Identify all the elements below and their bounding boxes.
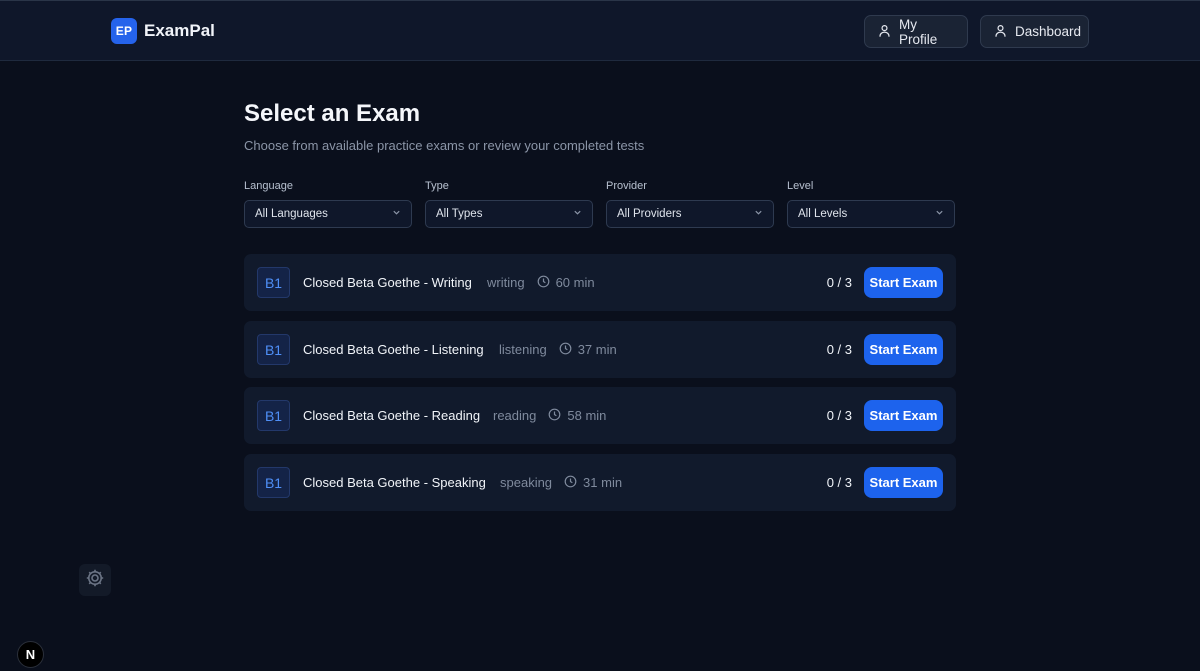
- start-exam-button[interactable]: Start Exam: [864, 400, 943, 431]
- chevron-down-icon: [754, 208, 763, 220]
- exam-meta: writing 60 min: [487, 254, 595, 311]
- page-subtitle: Choose from available practice exams or …: [244, 138, 645, 153]
- brand-logo: EP: [111, 18, 137, 44]
- my-profile-button[interactable]: My Profile: [864, 15, 968, 48]
- chevron-down-icon: [573, 208, 582, 220]
- exam-meta: listening 37 min: [499, 321, 617, 378]
- select-value: All Types: [436, 208, 483, 220]
- exam-meta: speaking 31 min: [500, 454, 622, 511]
- clock-icon: [548, 408, 561, 424]
- select-value: All Levels: [798, 208, 848, 220]
- filter-label: Language: [244, 180, 293, 192]
- top-navigation-bar: EP ExamPal My Profile Dashboard: [0, 0, 1200, 61]
- clock-icon: [537, 275, 550, 291]
- start-exam-button[interactable]: Start Exam: [864, 334, 943, 365]
- dashboard-button[interactable]: Dashboard: [980, 15, 1089, 48]
- language-select[interactable]: All Languages: [244, 200, 412, 228]
- level-badge: B1: [257, 267, 290, 298]
- level-badge: B1: [257, 400, 290, 431]
- attempts-count: 0 / 3: [826, 408, 852, 423]
- brand-name: ExamPal: [144, 21, 215, 40]
- my-profile-label: My Profile: [899, 16, 938, 47]
- exam-row: B1 Closed Beta Goethe - Writing writing …: [244, 254, 956, 311]
- exam-duration: 31 min: [583, 475, 623, 490]
- clock-icon: [564, 475, 577, 491]
- select-value: All Providers: [617, 208, 682, 220]
- clock-icon: [559, 342, 572, 358]
- dev-tools-badge[interactable]: N: [17, 641, 44, 668]
- attempts-count: 0 / 3: [826, 342, 852, 357]
- exam-type: reading: [493, 408, 537, 423]
- user-icon: [994, 24, 1007, 40]
- select-value: All Languages: [255, 208, 328, 220]
- filter-label: Level: [787, 180, 814, 192]
- chevron-down-icon: [392, 208, 401, 220]
- type-filter: Type All Types: [425, 180, 593, 228]
- gear-icon: [85, 568, 105, 593]
- exam-duration: 58 min: [567, 408, 607, 423]
- filter-label: Provider: [606, 180, 647, 192]
- exam-type: speaking: [500, 475, 553, 490]
- level-badge: B1: [257, 334, 290, 365]
- main-content: Select an Exam Choose from available pra…: [244, 100, 956, 511]
- exam-row: B1 Closed Beta Goethe - Speaking speakin…: [244, 454, 956, 511]
- provider-filter: Provider All Providers: [606, 180, 774, 228]
- page-title: Select an Exam: [244, 100, 421, 127]
- level-filter: Level All Levels: [787, 180, 955, 228]
- start-exam-button[interactable]: Start Exam: [864, 467, 943, 498]
- start-exam-button[interactable]: Start Exam: [864, 267, 943, 298]
- brand[interactable]: EP ExamPal: [111, 18, 215, 44]
- exam-meta: reading 58 min: [493, 387, 606, 444]
- exam-row: B1 Closed Beta Goethe - Reading reading …: [244, 387, 956, 444]
- language-filter: Language All Languages: [244, 180, 412, 228]
- exam-title: Closed Beta Goethe - Reading: [303, 408, 481, 423]
- attempts-count: 0 / 3: [826, 475, 852, 490]
- exam-row: B1 Closed Beta Goethe - Listening listen…: [244, 321, 956, 378]
- exam-type: writing: [487, 275, 525, 290]
- level-badge: B1: [257, 467, 290, 498]
- attempts-count: 0 / 3: [826, 275, 852, 290]
- type-select[interactable]: All Types: [425, 200, 593, 228]
- exam-type: listening: [499, 342, 547, 357]
- exam-title: Closed Beta Goethe - Speaking: [303, 475, 486, 490]
- exam-duration: 37 min: [577, 342, 617, 357]
- level-select[interactable]: All Levels: [787, 200, 955, 228]
- exam-title: Closed Beta Goethe - Writing: [303, 275, 472, 290]
- provider-select[interactable]: All Providers: [606, 200, 774, 228]
- filter-label: Type: [425, 180, 449, 192]
- exam-title: Closed Beta Goethe - Listening: [303, 342, 484, 357]
- settings-gear-button[interactable]: [79, 564, 111, 596]
- exam-duration: 60 min: [555, 275, 595, 290]
- user-icon: [878, 24, 891, 40]
- chevron-down-icon: [935, 208, 944, 220]
- dashboard-label: Dashboard: [1015, 24, 1082, 39]
